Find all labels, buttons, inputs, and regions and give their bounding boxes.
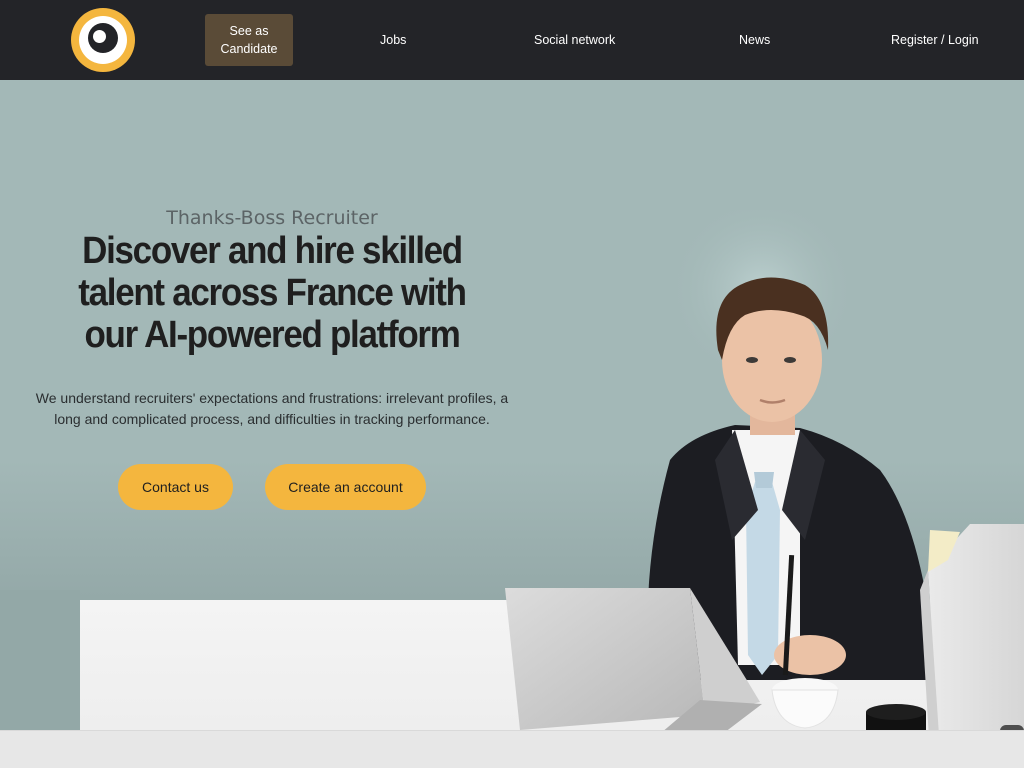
- nav-link-news[interactable]: News: [739, 31, 770, 49]
- top-navbar: See as Candidate Jobs Social network New…: [0, 0, 1024, 80]
- create-account-button[interactable]: Create an account: [265, 464, 426, 510]
- hero-description: We understand recruiters' expectations a…: [35, 390, 509, 427]
- hero-subtitle: Thanks-Boss Recruiter: [166, 207, 378, 229]
- hero-headline: Discover and hire skilled talent across …: [78, 230, 467, 356]
- page-bottom-section: [0, 730, 1024, 768]
- hero-section: Thanks-Boss Recruiter Discover and hire …: [0, 80, 1024, 730]
- nav-link-register-login[interactable]: Register / Login: [891, 31, 979, 49]
- contact-us-button[interactable]: Contact us: [118, 464, 233, 510]
- nav-link-jobs[interactable]: Jobs: [380, 31, 406, 49]
- eye-logo-icon[interactable]: [71, 8, 135, 72]
- hero-businessman-image: [505, 210, 1024, 730]
- nav-link-social-network[interactable]: Social network: [534, 31, 615, 49]
- see-as-candidate-button[interactable]: See as Candidate: [205, 14, 293, 66]
